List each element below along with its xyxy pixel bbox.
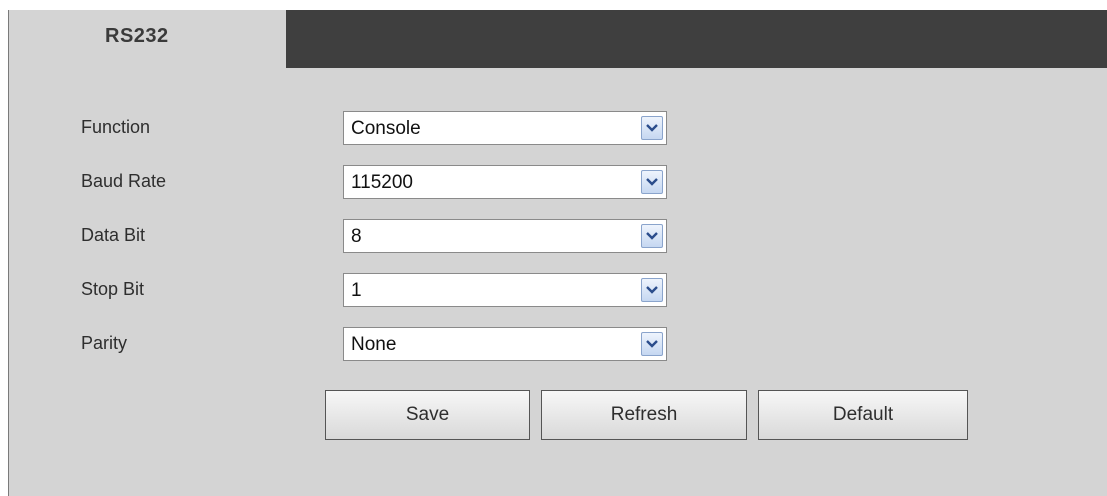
baud-rate-select[interactable]: 115200	[343, 165, 667, 199]
save-button[interactable]: Save	[325, 390, 530, 440]
tab-rs232[interactable]: RS232	[9, 10, 286, 68]
baud-rate-label: Baud Rate	[81, 171, 167, 191]
stop-bit-label: Stop Bit	[81, 279, 145, 299]
stop-bit-row: Stop Bit 1	[9, 273, 709, 307]
data-bit-row: Data Bit 8	[9, 219, 709, 253]
header-strip	[286, 10, 1107, 68]
chevron-down-icon[interactable]	[641, 278, 663, 302]
chevron-down-icon[interactable]	[641, 332, 663, 356]
data-bit-label: Data Bit	[81, 225, 146, 245]
data-bit-select[interactable]: 8	[343, 219, 667, 253]
chevron-down-icon[interactable]	[641, 116, 663, 140]
parity-label: Parity	[81, 333, 128, 353]
chevron-down-icon[interactable]	[641, 224, 663, 248]
stop-bit-select[interactable]: 1	[343, 273, 667, 307]
stop-bit-select-value: 1	[351, 280, 362, 301]
baud-rate-select-value: 115200	[351, 172, 413, 193]
parity-select[interactable]: None	[343, 327, 667, 361]
function-select[interactable]: Console	[343, 111, 667, 145]
default-button[interactable]: Default	[758, 390, 968, 440]
function-select-value: Console	[351, 118, 421, 139]
panel-header: RS232	[9, 10, 1107, 68]
action-buttons: Save Refresh Default	[9, 390, 1009, 440]
parity-select-value: None	[351, 334, 397, 355]
function-row: Function Console	[9, 111, 709, 145]
rs232-settings-panel: RS232 Function Console Baud Rate 115200 …	[8, 10, 1107, 496]
function-label: Function	[81, 117, 151, 137]
refresh-button[interactable]: Refresh	[541, 390, 747, 440]
baud-rate-row: Baud Rate 115200	[9, 165, 709, 199]
data-bit-select-value: 8	[351, 226, 362, 247]
chevron-down-icon[interactable]	[641, 170, 663, 194]
tab-rs232-label: RS232	[105, 25, 169, 47]
parity-row: Parity None	[9, 327, 709, 361]
